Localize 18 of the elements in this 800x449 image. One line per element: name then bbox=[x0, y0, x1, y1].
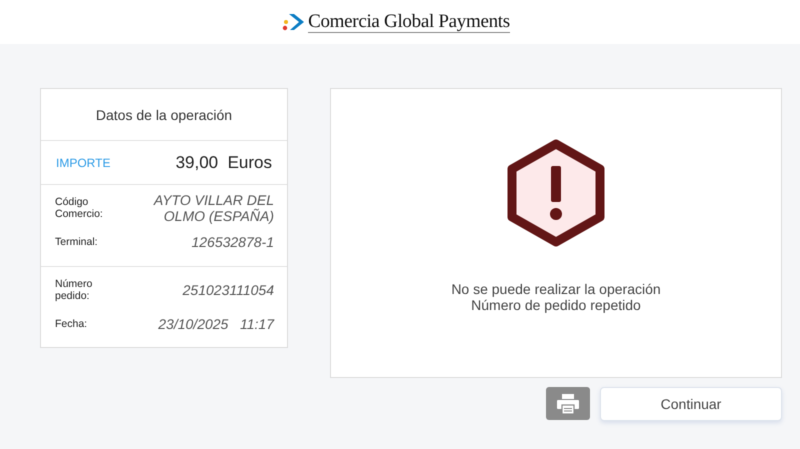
print-button[interactable] bbox=[546, 387, 590, 420]
amount-label: IMPORTE bbox=[56, 156, 110, 170]
printer-icon bbox=[557, 394, 579, 414]
field-value: AYTO VILLAR DEL OLMO (ESPAÑA) bbox=[152, 192, 274, 224]
error-message: No se puede realizar la operación bbox=[451, 281, 661, 297]
brand-name: Comercia Global Payments bbox=[308, 12, 510, 32]
field-label: Fecha: bbox=[55, 318, 88, 330]
field-label: Código Comercio: bbox=[55, 196, 104, 220]
field-value: 23/10/2025 11:17 bbox=[158, 316, 274, 332]
continue-button[interactable]: Continuar bbox=[600, 387, 782, 421]
field-value: 251023111054 bbox=[182, 282, 274, 298]
field-value: 126532878-1 bbox=[191, 234, 274, 250]
card-title: Datos de la operación bbox=[41, 89, 287, 141]
amount-value: 39,00 Euros bbox=[176, 152, 272, 172]
error-message: Número de pedido repetido bbox=[470, 297, 642, 313]
field-label: Terminal: bbox=[55, 236, 99, 248]
logo-icon bbox=[282, 12, 304, 32]
field-label: Número pedido: bbox=[55, 278, 94, 302]
